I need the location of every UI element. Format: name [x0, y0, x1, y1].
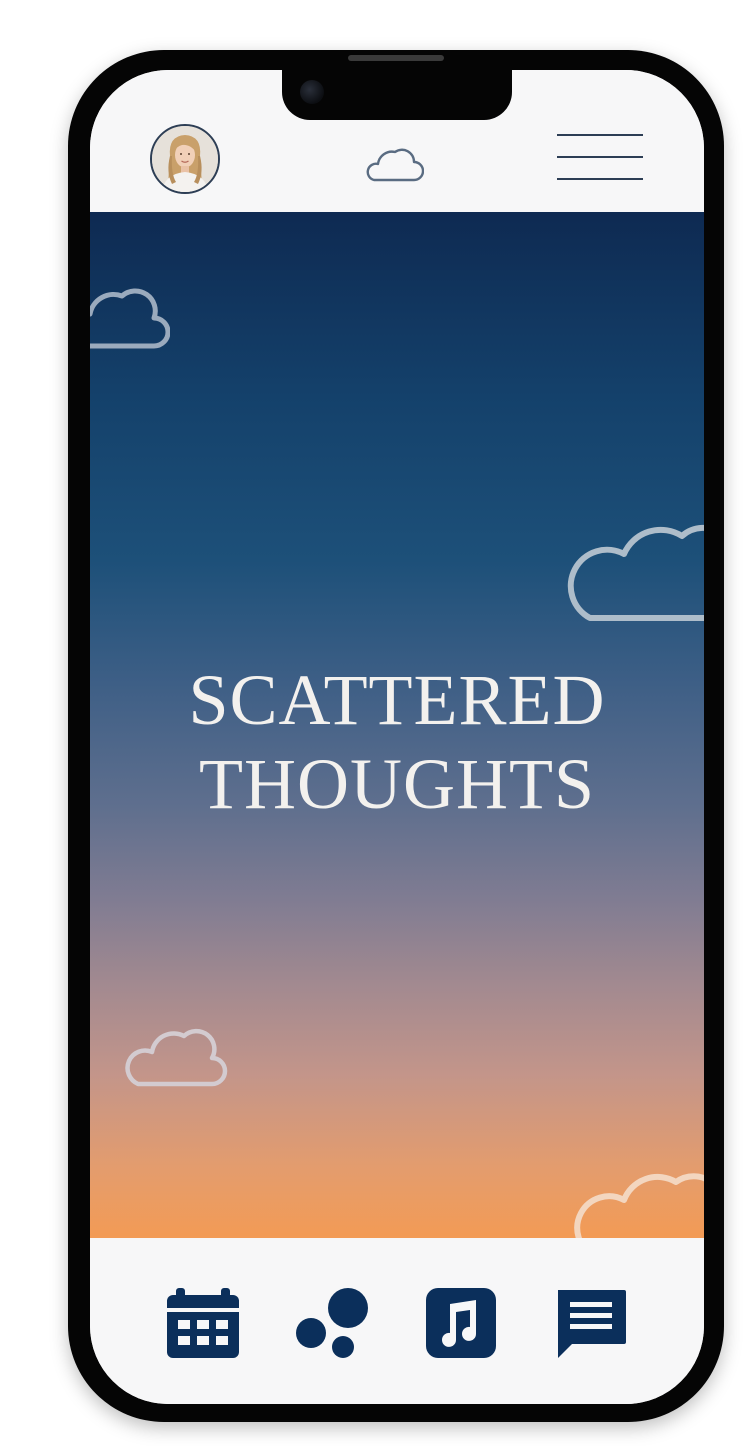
page: SCATTERED THOUGHTS: [0, 0, 756, 1446]
menu-line: [557, 156, 643, 158]
menu-line: [557, 178, 643, 180]
cloud-icon: [567, 524, 704, 621]
cloud-icon[interactable]: [362, 144, 424, 184]
notch: [282, 70, 512, 120]
avatar-portrait: [152, 126, 218, 192]
front-camera: [300, 80, 324, 104]
hero-title-line-1: SCATTERED: [188, 660, 606, 740]
cloud-icon: [125, 1028, 228, 1087]
calendar-icon[interactable]: [166, 1286, 240, 1360]
menu-line: [557, 134, 643, 136]
bottom-nav: [90, 1238, 704, 1404]
music-note-icon[interactable]: [424, 1286, 498, 1360]
hero-banner: SCATTERED THOUGHTS: [90, 212, 704, 1238]
hamburger-menu-icon[interactable]: [557, 134, 643, 182]
hero-title: SCATTERED THOUGHTS: [90, 658, 704, 826]
bubbles-icon[interactable]: [295, 1286, 369, 1360]
avatar[interactable]: [150, 124, 220, 194]
speaker-grille: [348, 55, 444, 61]
phone-screen: SCATTERED THOUGHTS: [90, 70, 704, 1404]
cloud-icon: [574, 1173, 704, 1238]
hero-title-line-2: THOUGHTS: [199, 744, 595, 824]
chat-message-icon[interactable]: [554, 1286, 628, 1360]
cloud-icon: [90, 288, 170, 349]
